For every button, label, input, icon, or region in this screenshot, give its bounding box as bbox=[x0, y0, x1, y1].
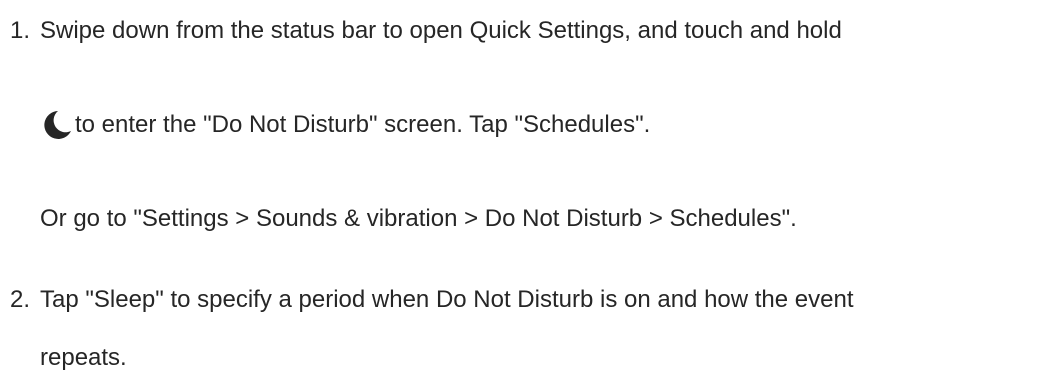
step-text-continued: repeats. bbox=[40, 344, 127, 371]
step-text-continued: to enter the "Do Not Disturb" screen. Ta… bbox=[75, 111, 651, 138]
step-number: 2. bbox=[10, 286, 31, 313]
step-number: 1. bbox=[10, 17, 31, 44]
alternative-path-text: Or go to "Settings > Sounds & vibration … bbox=[40, 205, 797, 232]
step-text: Tap "Sleep" to specify a period when Do … bbox=[40, 286, 854, 313]
moon-icon bbox=[44, 111, 71, 139]
step-text: Swipe down from the status bar to open Q… bbox=[40, 17, 842, 44]
